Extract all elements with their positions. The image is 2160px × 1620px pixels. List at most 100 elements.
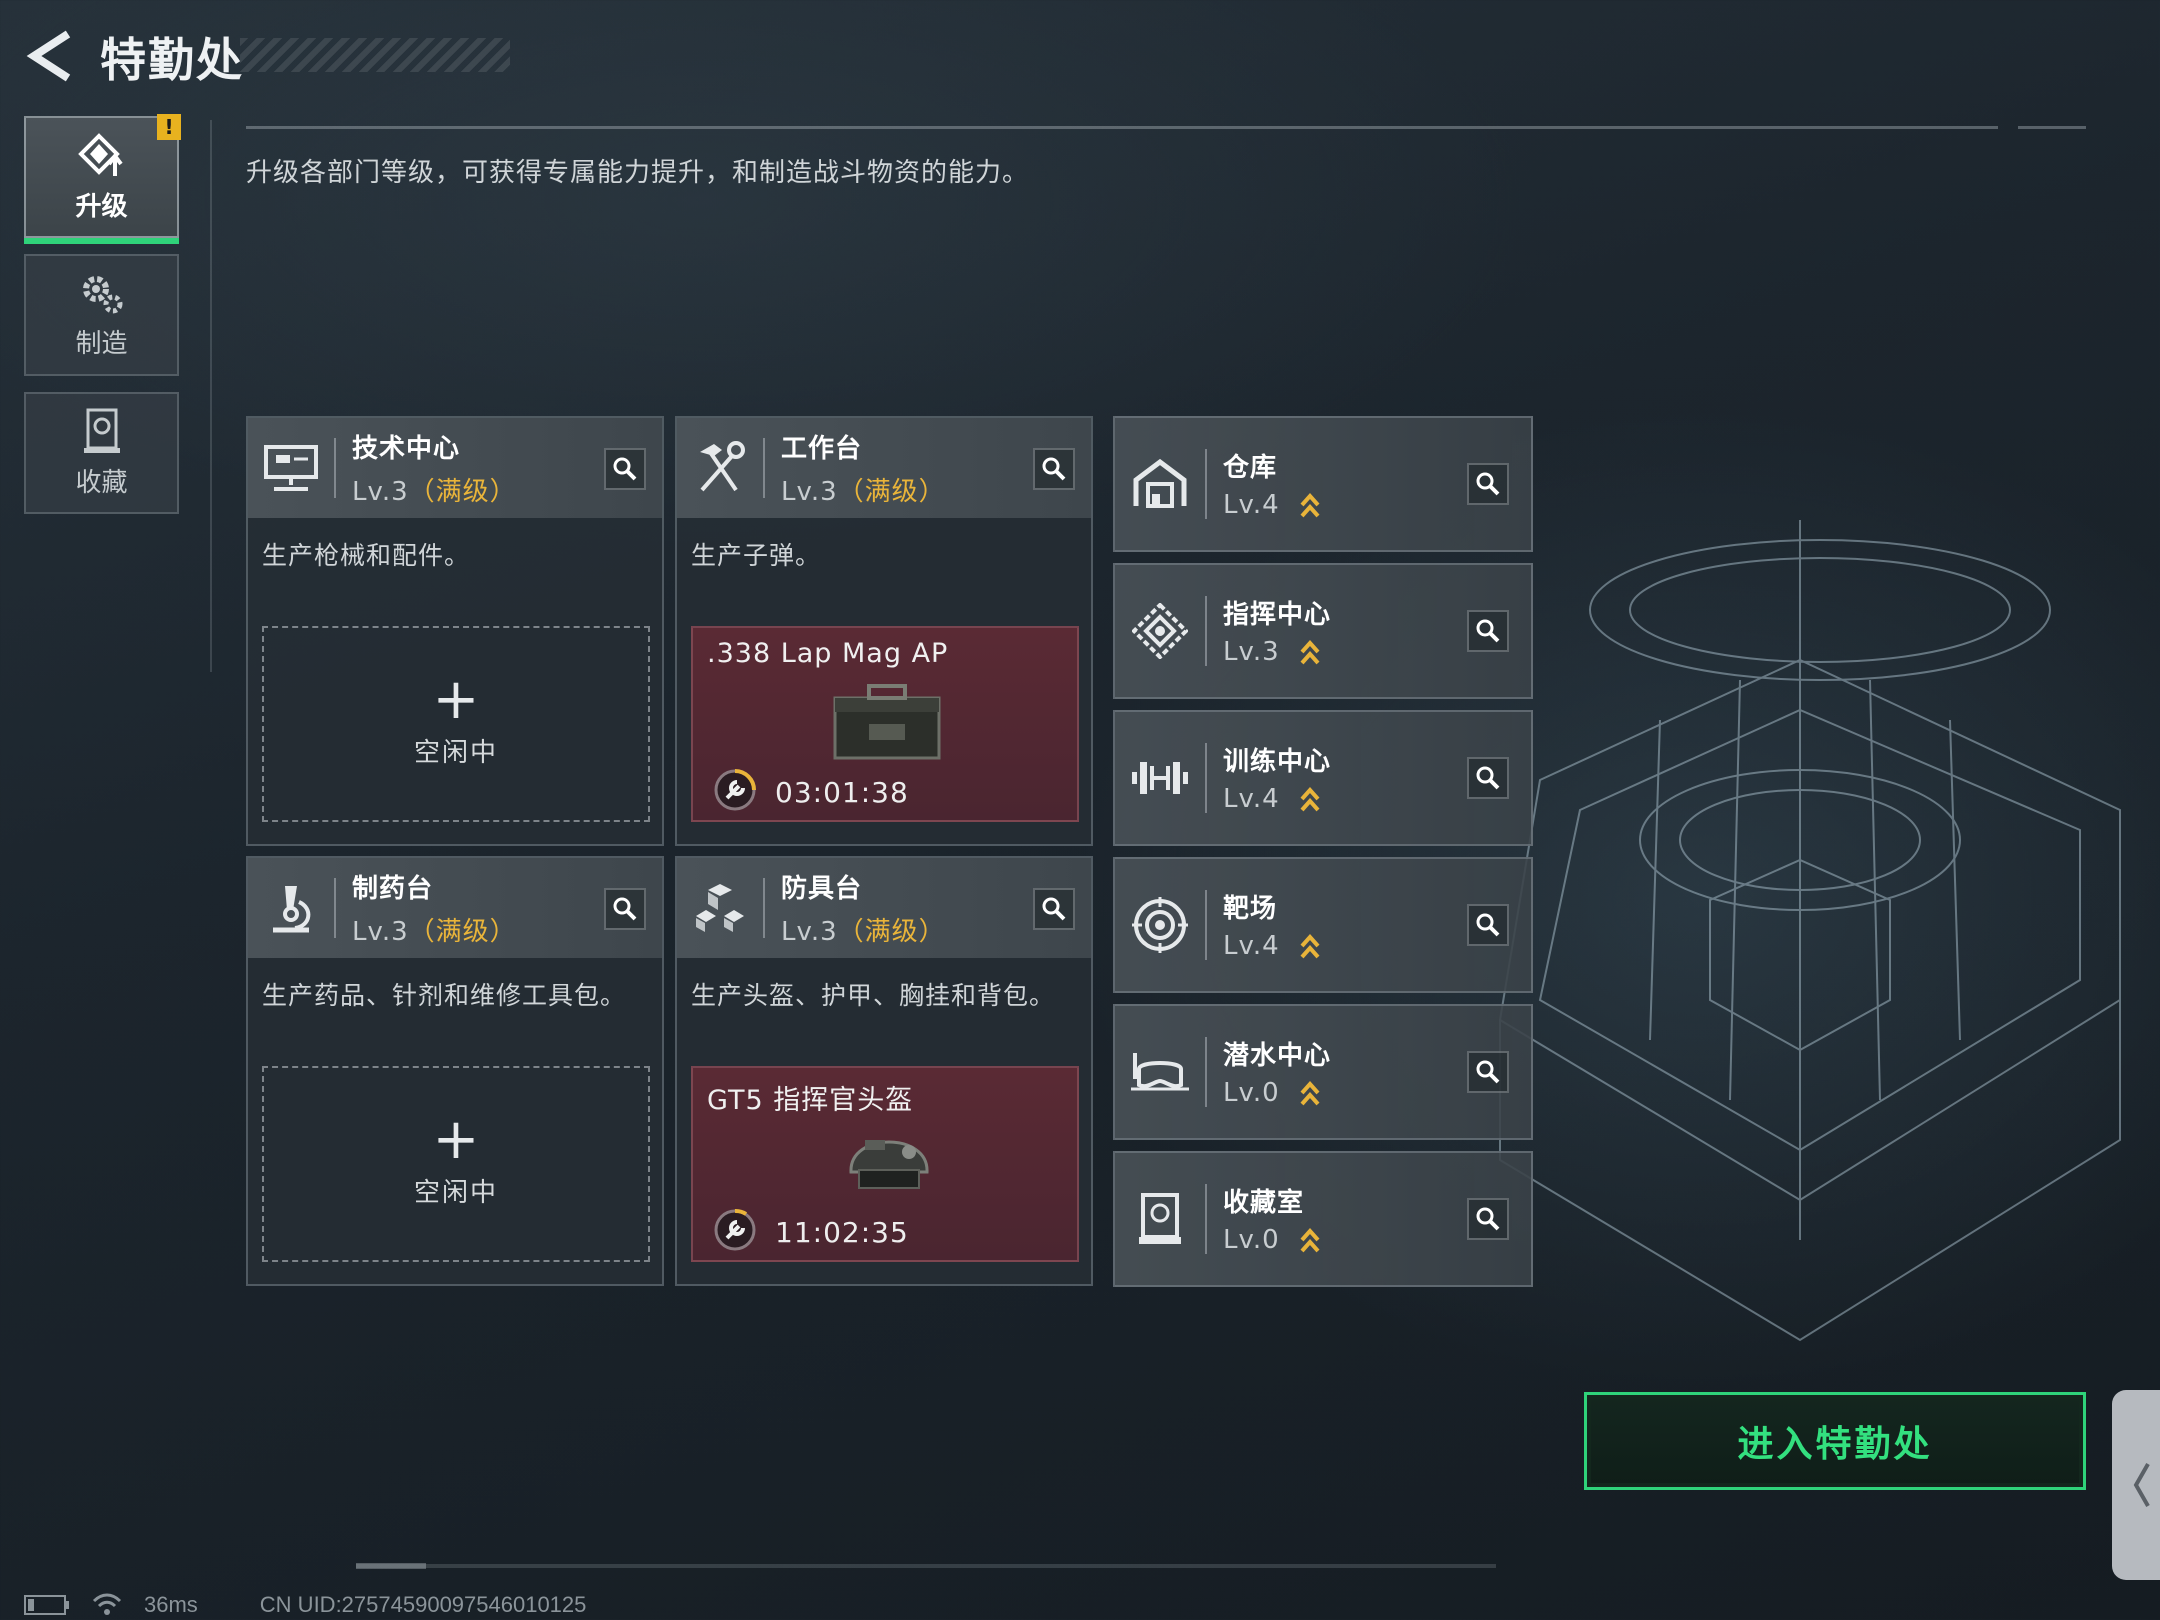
search-button[interactable] (1467, 904, 1509, 946)
cubes-icon (696, 884, 744, 932)
magnifier-icon (1476, 472, 1500, 496)
divider (210, 120, 212, 672)
upgrade-available-icon (1300, 786, 1320, 812)
timer-wrench-icon (714, 769, 756, 811)
side-drawer-handle[interactable] (2112, 1390, 2160, 1580)
facility-level: Lv.4 (1223, 490, 1321, 521)
card-header: 制药台 Lv.3（满级） (248, 858, 662, 958)
search-button[interactable] (1467, 1051, 1509, 1093)
facility-description: 生产药品、针剂和维修工具包。 (262, 981, 627, 1010)
ammo-box-icon (833, 684, 941, 760)
base-model-illustration (1498, 520, 2121, 1342)
facility-name: 工作台 (781, 434, 863, 464)
magnifier-icon (1476, 766, 1500, 790)
facility-card-armor-bench[interactable]: 防具台 Lv.3（满级） 生产头盔、护甲、胸挂和背包。 GT5 指挥官头盔 11… (675, 856, 1093, 1286)
player-uid: CN UID:27574590097546010125 (259, 1592, 587, 1617)
tab-collection[interactable]: 收藏 (24, 392, 179, 514)
slot-status: 空闲中 (413, 737, 498, 768)
facility-row-diving-center[interactable]: 潜水中心 Lv.0 (1113, 1004, 1533, 1140)
production-timer: 11:02:35 (775, 1216, 909, 1249)
search-button[interactable] (1467, 1198, 1509, 1240)
tab-craft[interactable]: 制造 (24, 254, 179, 376)
enter-special-ops-button[interactable]: 进入特勤处 (1584, 1392, 2086, 1490)
add-icon: + (432, 1106, 480, 1172)
facility-row-warehouse[interactable]: 仓库 Lv.4 (1113, 416, 1533, 552)
production-slot[interactable]: GT5 指挥官头盔 11:02:35 (691, 1066, 1079, 1262)
search-button[interactable] (1033, 888, 1075, 930)
facility-level: Lv.3 (1223, 637, 1331, 668)
facility-name: 制药台 (352, 874, 434, 904)
facility-description: 生产子弹。 (691, 541, 822, 570)
magnifier-icon (1476, 1207, 1500, 1231)
magnifier-icon (1042, 457, 1066, 481)
magnifier-icon (613, 457, 637, 481)
tab-label: 升级 (75, 191, 128, 222)
divider (246, 126, 1998, 129)
facility-name: 仓库 (1223, 453, 1278, 484)
facility-level: Lv.3（满级） (352, 477, 517, 507)
magnifier-icon (1476, 619, 1500, 643)
item-name: .338 Lap Mag AP (707, 638, 949, 669)
facility-card-pharmacy[interactable]: 制药台 Lv.3（满级） 生产药品、针剂和维修工具包。 + 空闲中 (246, 856, 664, 1286)
active-indicator (24, 238, 179, 244)
facility-row-command-center[interactable]: 指挥中心 Lv.3 (1113, 563, 1533, 699)
helmet-icon (849, 1140, 929, 1189)
production-slot[interactable]: .338 Lap Mag AP 03:01:38 (691, 626, 1079, 822)
search-button[interactable] (1033, 448, 1075, 490)
battery-icon (24, 1595, 69, 1615)
facility-name: 靶场 (1223, 894, 1278, 925)
microscope-icon (273, 886, 311, 933)
facility-row-collection-room[interactable]: 收藏室 Lv.0 (1113, 1151, 1533, 1287)
back-arrow-icon[interactable] (22, 28, 82, 84)
magnifier-icon (1476, 913, 1500, 937)
gears-icon (82, 275, 122, 313)
upgrade-available-icon (1300, 639, 1320, 665)
facility-name: 训练中心 (1223, 747, 1332, 778)
search-button[interactable] (604, 888, 646, 930)
diving-mask-icon (1131, 1053, 1189, 1091)
empty-production-slot[interactable]: + 空闲中 (262, 626, 650, 822)
facility-card-workbench[interactable]: 工作台 Lv.3（满级） 生产子弹。 .338 Lap Mag AP 03:01… (675, 416, 1093, 846)
search-button[interactable] (1467, 757, 1509, 799)
search-button[interactable] (604, 448, 646, 490)
facility-level: Lv.4 (1223, 931, 1321, 962)
upgrade-available-icon (1300, 1227, 1320, 1253)
status-bar: 36ms CN UID:27574590097546010125 (24, 1590, 586, 1620)
facility-level: Lv.0 (1223, 1078, 1331, 1109)
tab-upgrade[interactable]: ! 升级 (24, 114, 181, 244)
search-button[interactable] (1467, 610, 1509, 652)
upgrade-available-icon (1300, 1080, 1320, 1106)
title-decoration (240, 38, 510, 72)
facility-card-tech-center[interactable]: 技术中心 Lv.3（满级） 生产枪械和配件。 + 空闲中 (246, 416, 664, 846)
warning-badge: ! (157, 114, 181, 140)
facility-level: Lv.3（满级） (781, 917, 946, 947)
facility-name: 技术中心 (352, 434, 461, 464)
facility-level: Lv.3（满级） (781, 477, 946, 507)
display-case-icon (1139, 1193, 1181, 1244)
facility-row-training-center[interactable]: 训练中心 Lv.4 (1113, 710, 1533, 846)
magnifier-icon (1042, 897, 1066, 921)
command-emblem-icon (1132, 603, 1188, 659)
facility-level: Lv.4 (1223, 784, 1331, 815)
dumbbell-icon (1132, 762, 1188, 794)
facility-name: 收藏室 (1223, 1188, 1305, 1219)
divider (356, 1563, 426, 1569)
search-button[interactable] (1467, 463, 1509, 505)
card-header: 工作台 Lv.3（满级） (677, 418, 1091, 518)
page-title: 特勤处 (100, 33, 244, 87)
production-timer: 03:01:38 (775, 776, 909, 809)
upgrade-icon (77, 132, 123, 176)
wifi-icon (92, 1593, 122, 1615)
ping-value: 36ms (144, 1592, 198, 1617)
card-header: 防具台 Lv.3（满级） (677, 858, 1091, 958)
facility-name: 潜水中心 (1223, 1041, 1332, 1072)
divider (356, 1564, 1496, 1568)
facility-description: 生产头盔、护甲、胸挂和背包。 (691, 981, 1056, 1010)
empty-production-slot[interactable]: + 空闲中 (262, 1066, 650, 1262)
magnifier-icon (1476, 1060, 1500, 1084)
warehouse-icon (1133, 458, 1187, 508)
upgrade-available-icon (1300, 933, 1320, 959)
facility-level: Lv.0 (1223, 1225, 1321, 1256)
card-header: 技术中心 Lv.3（满级） (248, 418, 662, 518)
facility-row-shooting-range[interactable]: 靶场 Lv.4 (1113, 857, 1533, 993)
